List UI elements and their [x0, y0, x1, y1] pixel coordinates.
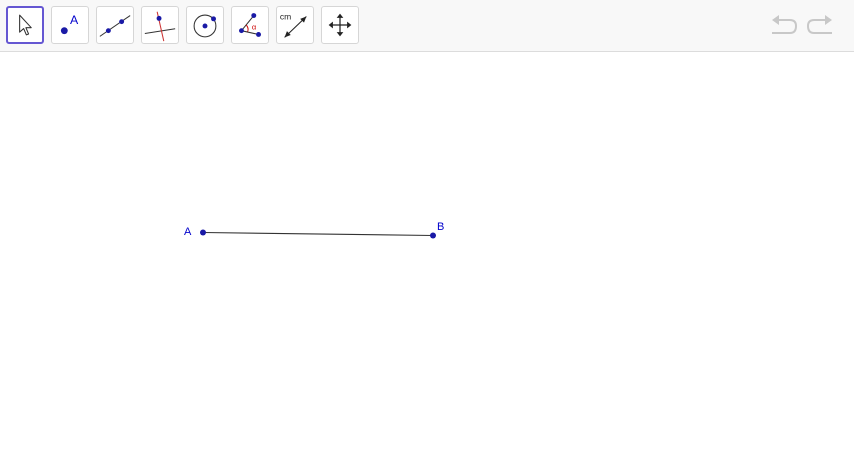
angle-tool-label: α [252, 23, 257, 32]
point-icon: A [60, 13, 79, 35]
distance-tool-button[interactable]: cm [276, 6, 314, 44]
angle-icon: α [239, 13, 261, 37]
distance-tool-label: cm [280, 11, 291, 21]
line-tool-button[interactable] [96, 6, 134, 44]
graphics-view[interactable]: A B [0, 53, 854, 456]
move-graphics-view-tool-button[interactable] [321, 6, 359, 44]
line-through-points-icon [99, 15, 131, 37]
circle-tool-button[interactable] [186, 6, 224, 44]
point-tool-button[interactable]: A [51, 6, 89, 44]
segment-ab[interactable] [202, 231, 434, 237]
point-a[interactable] [200, 229, 206, 236]
point-b-label[interactable]: B [437, 221, 444, 233]
toolbar: A α cm [0, 0, 854, 52]
construction-canvas[interactable]: A B [0, 53, 854, 456]
move-tool-button[interactable] [6, 6, 44, 44]
cursor-arrow-icon [19, 14, 32, 36]
point-b[interactable] [430, 232, 436, 239]
redo-button[interactable] [806, 12, 836, 40]
point-a-label[interactable]: A [184, 226, 192, 238]
geogebra-app: A α cm A B [0, 0, 854, 456]
perpendicular-line-tool-button[interactable] [141, 6, 179, 44]
perpendicular-line-icon [144, 11, 176, 42]
undo-button[interactable] [768, 12, 798, 40]
circle-center-point-icon [193, 14, 217, 38]
undo-icon [772, 15, 798, 34]
redo-icon [806, 15, 832, 34]
distance-length-icon: cm [280, 11, 307, 38]
move-arrows-icon [328, 13, 352, 37]
point-tool-label: A [70, 13, 79, 27]
angle-tool-button[interactable]: α [231, 6, 269, 44]
